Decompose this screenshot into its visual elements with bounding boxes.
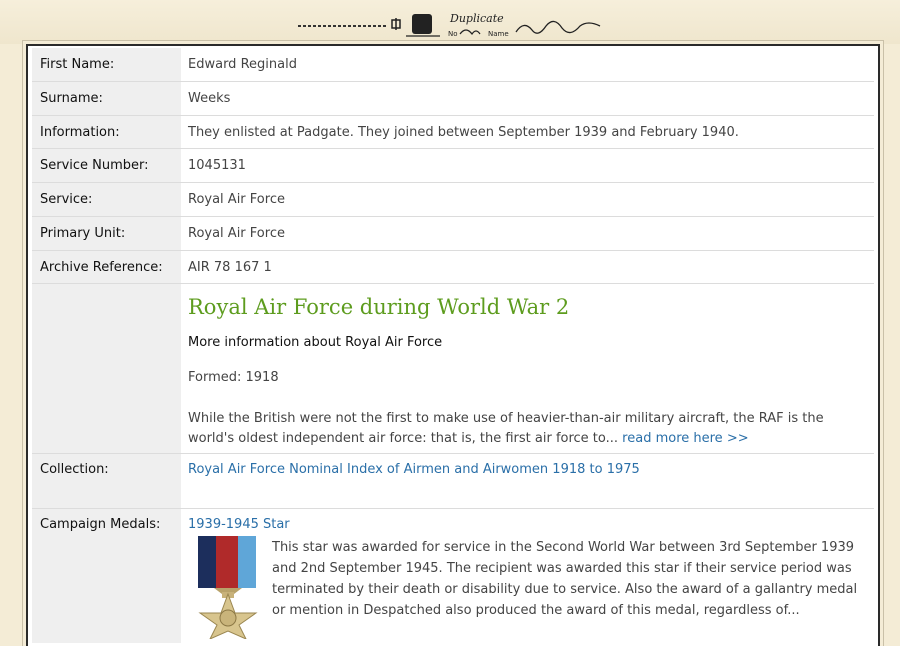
information-value: They enlisted at Padgate. They joined be… <box>181 115 874 149</box>
row-unit-info: Royal Air Force during World War 2 More … <box>32 283 874 454</box>
unit-info-cell: Royal Air Force during World War 2 More … <box>181 283 874 454</box>
information-label: Information: <box>32 115 181 149</box>
row-information: Information: They enlisted at Padgate. T… <box>32 115 874 149</box>
archive-reference-label: Archive Reference: <box>32 250 181 284</box>
first-name-value: Edward Reginald <box>188 57 297 72</box>
row-archive-reference: Archive Reference: AIR 78 167 1 <box>32 250 874 284</box>
unit-more-info: More information about Royal Air Force <box>188 335 443 350</box>
svg-text:Name: Name <box>488 30 509 38</box>
record-card-header: Duplicate No Name <box>0 0 900 44</box>
collection-link[interactable]: Royal Air Force Nominal Index of Airmen … <box>188 462 640 477</box>
row-service: Service: Royal Air Force <box>32 182 874 217</box>
handwritten-stamp-strip: Duplicate No Name <box>298 12 601 38</box>
medal-title-link[interactable]: 1939-1945 Star <box>188 517 290 532</box>
star-medal-icon <box>198 536 258 639</box>
service-number-label: Service Number: <box>32 148 181 183</box>
service-record-table: First Name: Edward Reginald Surname: Wee… <box>32 48 874 643</box>
campaign-medals-cell: 1939-1945 Star This star was awarded for… <box>181 508 874 643</box>
service-value: Royal Air Force <box>181 182 874 217</box>
collection-cell: Royal Air Force Nominal Index of Airmen … <box>181 453 874 509</box>
service-label: Service: <box>32 182 181 217</box>
primary-unit-label: Primary Unit: <box>32 216 181 251</box>
service-number-value: 1045131 <box>181 148 874 183</box>
unit-formed: Formed: 1918 <box>188 370 279 385</box>
first-name-label: First Name: <box>32 48 181 82</box>
medal-entry: 1939-1945 Star This star was awarded for… <box>188 509 874 639</box>
surname-value: Weeks <box>181 81 874 116</box>
unit-title: Royal Air Force during World War 2 <box>188 295 570 319</box>
unit-description: While the British were not the first to … <box>188 409 874 453</box>
unit-info-label-cell <box>32 283 181 454</box>
campaign-medals-label: Campaign Medals: <box>32 508 181 643</box>
row-campaign-medals: Campaign Medals: 1939-1945 Star This sta… <box>32 508 874 643</box>
primary-unit-value: Royal Air Force <box>181 216 874 251</box>
svg-text:No: No <box>448 30 458 38</box>
collection-label: Collection: <box>32 453 181 509</box>
read-more-link[interactable]: read more here >> <box>622 431 748 446</box>
surname-label: Surname: <box>32 81 181 116</box>
row-service-number: Service Number: 1045131 <box>32 148 874 183</box>
row-primary-unit: Primary Unit: Royal Air Force <box>32 216 874 251</box>
medal-description: This star was awarded for service in the… <box>272 540 858 618</box>
record-card: First Name: Edward Reginald Surname: Wee… <box>26 44 880 646</box>
row-surname: Surname: Weeks <box>32 81 874 116</box>
row-collection: Collection: Royal Air Force Nominal Inde… <box>32 453 874 509</box>
archive-reference-value: AIR 78 167 1 <box>181 250 874 284</box>
svg-text:Duplicate: Duplicate <box>449 12 504 25</box>
row-first-name: First Name: Edward Reginald <box>32 48 874 82</box>
